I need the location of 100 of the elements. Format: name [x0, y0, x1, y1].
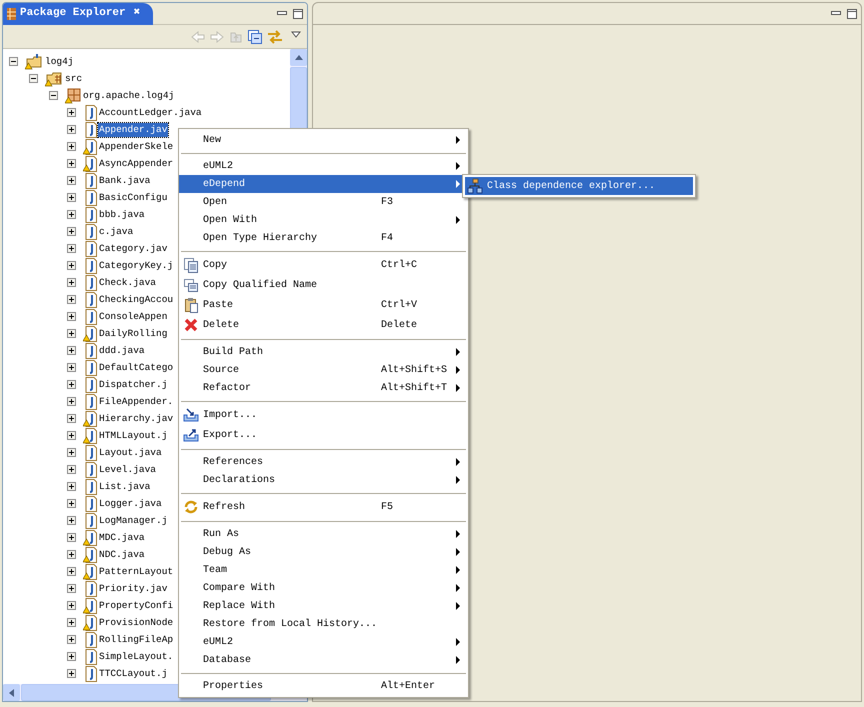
minimize-icon[interactable]: [831, 11, 841, 16]
expand-icon[interactable]: [67, 669, 76, 678]
expand-icon[interactable]: [67, 278, 76, 287]
expand-icon[interactable]: [67, 295, 76, 304]
menu-item[interactable]: Copy Ctrl+C: [179, 255, 468, 275]
tree-item[interactable]: src: [64, 72, 84, 86]
expand-icon[interactable]: [67, 567, 76, 576]
menu-item[interactable]: Class dependence explorer...: [465, 177, 693, 195]
expand-icon[interactable]: [67, 380, 76, 389]
tree-item[interactable]: LogManager.j: [98, 514, 168, 528]
tree-item[interactable]: Bank.java: [98, 174, 152, 188]
expand-icon[interactable]: [67, 635, 76, 644]
expand-icon[interactable]: [67, 176, 76, 185]
tree-item[interactable]: Level.java: [98, 462, 158, 476]
tree-item[interactable]: log4j: [44, 54, 75, 68]
menu-item[interactable]: Build Path: [179, 343, 468, 361]
maximize-icon[interactable]: [847, 8, 857, 18]
menu-item[interactable]: Debug As: [179, 543, 468, 561]
tree-item[interactable]: NDC.java: [98, 548, 146, 562]
expand-icon[interactable]: [67, 227, 76, 236]
close-button[interactable]: ✖: [134, 5, 140, 22]
tree-item[interactable]: AppenderSkele: [98, 140, 174, 154]
expand-icon[interactable]: [67, 414, 76, 423]
expand-icon[interactable]: [67, 652, 76, 661]
tree-item[interactable]: Hierarchy.jav: [98, 412, 174, 426]
menu-item[interactable]: Refactor Alt+Shift+T: [179, 379, 468, 397]
expand-icon[interactable]: [67, 465, 76, 474]
tree-item[interactable]: bbb.java: [98, 208, 146, 222]
tree-item[interactable]: RollingFileAp: [98, 632, 174, 646]
tree-item[interactable]: SimpleLayout.: [98, 650, 174, 664]
expand-icon[interactable]: [67, 210, 76, 219]
expand-icon[interactable]: [67, 482, 76, 491]
expand-icon[interactable]: [67, 312, 76, 321]
menu-item[interactable]: Delete Delete: [179, 315, 468, 335]
menu-item[interactable]: Restore from Local History...: [179, 615, 468, 633]
expand-icon[interactable]: [67, 397, 76, 406]
expand-icon[interactable]: [67, 601, 76, 610]
tree-item[interactable]: ConsoleAppen: [98, 310, 168, 324]
menu-item[interactable]: Compare With: [179, 579, 468, 597]
tree-item[interactable]: PatternLayout: [98, 564, 174, 578]
tree-item[interactable]: ProvisionNode: [98, 616, 174, 630]
menu-item[interactable]: New: [179, 131, 468, 149]
menu-item[interactable]: Team: [179, 561, 468, 579]
menu-item[interactable]: Source Alt+Shift+S: [179, 361, 468, 379]
expand-icon[interactable]: [67, 261, 76, 270]
menu-item[interactable]: Export...: [179, 425, 468, 445]
collapse-icon[interactable]: [29, 74, 38, 83]
expand-icon[interactable]: [67, 448, 76, 457]
menu-item[interactable]: Properties Alt+Enter: [179, 677, 468, 695]
expand-icon[interactable]: [67, 363, 76, 372]
menu-item[interactable]: Paste Ctrl+V: [179, 295, 468, 315]
tree-item[interactable]: org.apache.log4j: [82, 88, 176, 102]
tree-item[interactable]: Dispatcher.j: [98, 378, 168, 392]
tree-item[interactable]: HTMLLayout.j: [98, 428, 168, 442]
tree-item[interactable]: Check.java: [98, 276, 158, 290]
menu-item[interactable]: eUML2: [179, 157, 468, 175]
scroll-up-icon[interactable]: [290, 49, 307, 66]
menu-item[interactable]: Database: [179, 651, 468, 669]
menu-item[interactable]: Replace With: [179, 597, 468, 615]
menu-item[interactable]: Open F3: [179, 193, 468, 211]
expand-icon[interactable]: [67, 516, 76, 525]
scroll-left-icon[interactable]: [3, 684, 20, 701]
expand-icon[interactable]: [67, 618, 76, 627]
tree-item[interactable]: DailyRolling: [98, 326, 168, 340]
tree-item[interactable]: Appender.jav: [98, 122, 168, 136]
tree-item[interactable]: PropertyConfi: [98, 598, 174, 612]
tree-item[interactable]: Layout.java: [98, 446, 163, 460]
expand-icon[interactable]: [67, 142, 76, 151]
expand-icon[interactable]: [67, 329, 76, 338]
menu-item[interactable]: Import...: [179, 405, 468, 425]
tree-item[interactable]: c.java: [98, 224, 134, 238]
expand-icon[interactable]: [67, 159, 76, 168]
menu-item[interactable]: eUML2: [179, 633, 468, 651]
expand-icon[interactable]: [67, 533, 76, 542]
expand-icon[interactable]: [67, 193, 76, 202]
collapse-icon[interactable]: [9, 57, 18, 66]
expand-icon[interactable]: [67, 108, 76, 117]
expand-icon[interactable]: [67, 125, 76, 134]
menu-item[interactable]: Open With: [179, 211, 468, 229]
tree-item[interactable]: Category.jav: [98, 242, 168, 256]
tree-item[interactable]: CheckingAccou: [98, 292, 174, 306]
menu-item[interactable]: References: [179, 453, 468, 471]
tree-item[interactable]: CategoryKey.j: [98, 258, 174, 272]
expand-icon[interactable]: [67, 499, 76, 508]
maximize-icon[interactable]: [293, 8, 303, 18]
tree-item[interactable]: MDC.java: [98, 530, 146, 544]
collapse-icon[interactable]: [49, 91, 58, 100]
menu-item[interactable]: Declarations: [179, 471, 468, 489]
tree-item[interactable]: List.java: [98, 480, 152, 494]
tree-item[interactable]: FileAppender.: [98, 394, 174, 408]
tree-item[interactable]: AsyncAppender: [98, 156, 174, 170]
menu-item[interactable]: Open Type Hierarchy F4: [179, 229, 468, 247]
expand-icon[interactable]: [67, 431, 76, 440]
expand-icon[interactable]: [67, 346, 76, 355]
tree-item[interactable]: AccountLedger.java: [98, 106, 203, 120]
menu-item[interactable]: Run As: [179, 525, 468, 543]
tree-item[interactable]: Logger.java: [98, 496, 163, 510]
expand-icon[interactable]: [67, 550, 76, 559]
tree-item[interactable]: TTCCLayout.j: [98, 666, 168, 680]
tree-item[interactable]: DefaultCatego: [98, 360, 174, 374]
